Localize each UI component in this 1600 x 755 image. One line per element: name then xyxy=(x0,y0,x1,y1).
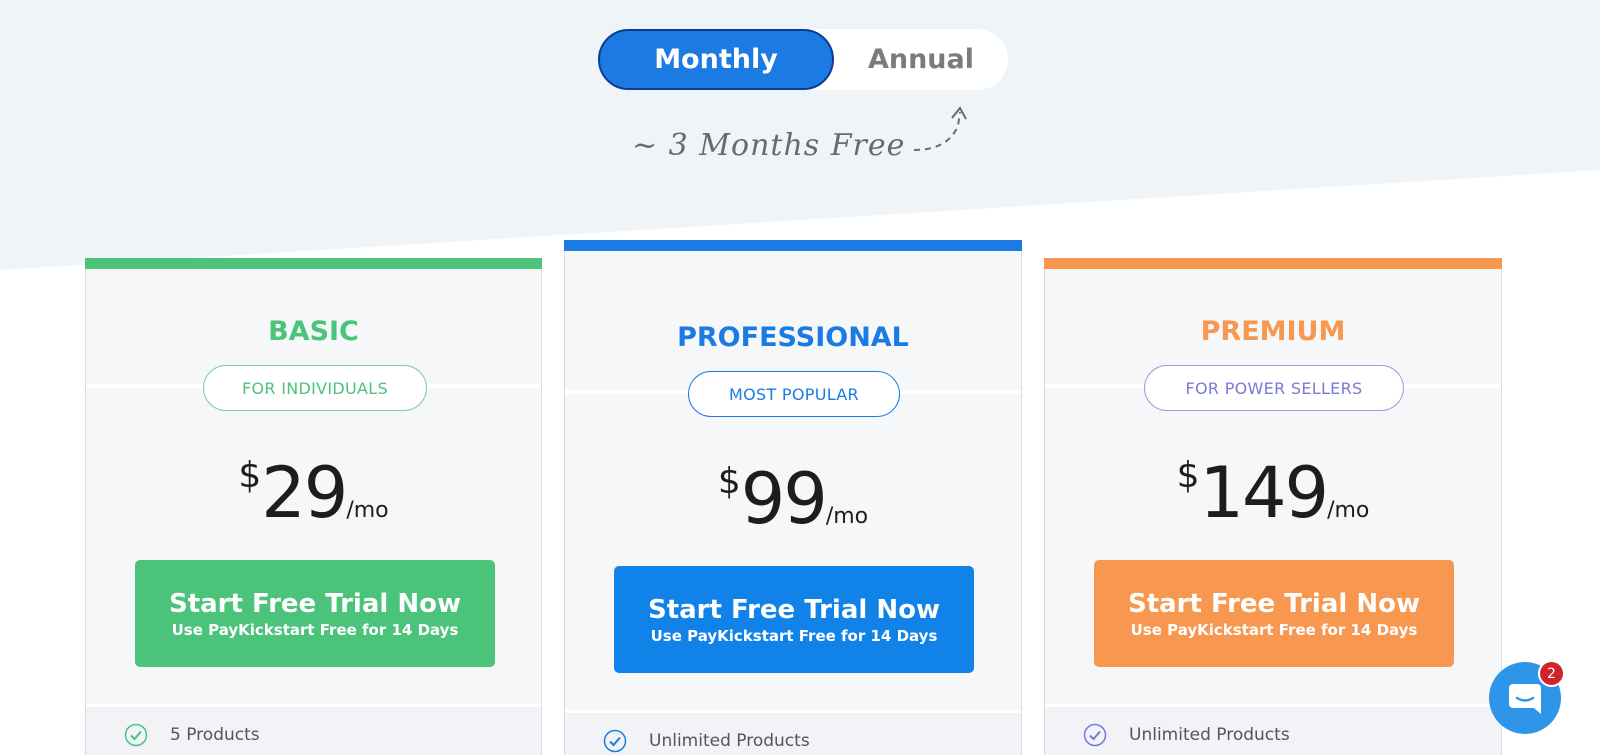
feature-list: Unlimited Products xyxy=(565,710,1021,755)
price-currency: $ xyxy=(238,455,262,496)
start-trial-button-premium[interactable]: Start Free Trial Now Use PayKickstart Fr… xyxy=(1094,560,1454,667)
cta-subtitle: Use PayKickstart Free for 14 Days xyxy=(171,620,459,639)
plan-price: $149/mo xyxy=(1045,452,1501,534)
plan-name: BASIC xyxy=(268,316,359,347)
feature-label: 5 Products xyxy=(170,725,260,745)
feature-item: 5 Products xyxy=(124,723,260,747)
billing-toggle: Monthly Annual xyxy=(598,29,1008,90)
plan-card-professional: PROFESSIONAL MOST POPULAR $99/mo Start F… xyxy=(564,240,1022,755)
plan-name: PREMIUM xyxy=(1200,316,1346,347)
plan-accent-bar xyxy=(1044,258,1502,269)
price-currency: $ xyxy=(717,461,741,502)
plan-tagline-badge: FOR INDIVIDUALS xyxy=(203,365,427,411)
price-currency: $ xyxy=(1176,455,1200,496)
annual-promo-note: ~ 3 Months Free xyxy=(632,128,906,163)
price-period: /mo xyxy=(825,504,869,529)
start-trial-button-basic[interactable]: Start Free Trial Now Use PayKickstart Fr… xyxy=(135,560,495,667)
cta-title: Start Free Trial Now xyxy=(647,594,940,625)
check-circle-icon xyxy=(124,723,148,747)
plan-price: $29/mo xyxy=(86,452,541,534)
notification-badge: 2 xyxy=(1538,660,1565,687)
cta-title: Start Free Trial Now xyxy=(1127,588,1420,619)
feature-item: Unlimited Products xyxy=(603,729,810,753)
price-period: /mo xyxy=(1327,498,1370,523)
feature-label: Unlimited Products xyxy=(649,731,810,751)
feature-list: Unlimited Products xyxy=(1045,704,1501,755)
plan-accent-bar xyxy=(564,240,1022,251)
monthly-option[interactable]: Monthly xyxy=(598,29,834,90)
check-circle-icon xyxy=(603,729,627,753)
feature-label: Unlimited Products xyxy=(1129,725,1290,745)
plan-tagline-badge: MOST POPULAR xyxy=(688,371,900,417)
check-circle-icon xyxy=(1083,723,1107,747)
plan-accent-bar xyxy=(85,258,542,269)
plan-price: $99/mo xyxy=(565,458,1021,540)
cta-subtitle: Use PayKickstart Free for 14 Days xyxy=(650,626,938,645)
cta-title: Start Free Trial Now xyxy=(168,588,461,619)
plan-name: PROFESSIONAL xyxy=(677,322,909,353)
cta-subtitle: Use PayKickstart Free for 14 Days xyxy=(1130,620,1418,639)
annual-option[interactable]: Annual xyxy=(834,29,1008,90)
plan-card-premium: PREMIUM FOR POWER SELLERS $149/mo Start … xyxy=(1044,258,1502,755)
start-trial-button-professional[interactable]: Start Free Trial Now Use PayKickstart Fr… xyxy=(614,566,974,673)
price-period: /mo xyxy=(346,498,389,523)
plan-tagline-badge: FOR POWER SELLERS xyxy=(1144,365,1404,411)
curved-arrow-icon xyxy=(913,106,967,151)
feature-list: 5 Products xyxy=(86,704,541,755)
chat-bubble-icon xyxy=(1509,684,1541,714)
price-amount: 99 xyxy=(740,458,828,540)
feature-item: Unlimited Products xyxy=(1083,723,1290,747)
plan-card-basic: BASIC FOR INDIVIDUALS $29/mo Start Free … xyxy=(85,258,542,755)
price-amount: 149 xyxy=(1199,452,1329,534)
price-amount: 29 xyxy=(261,452,348,534)
